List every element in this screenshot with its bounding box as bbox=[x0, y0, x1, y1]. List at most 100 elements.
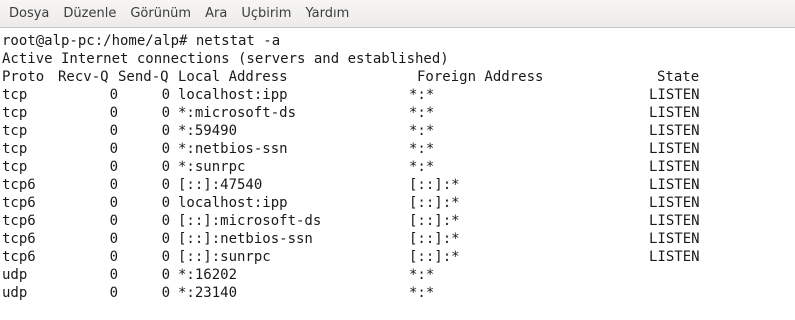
cell-proto: tcp6 bbox=[2, 177, 36, 193]
cell-proto: tcp6 bbox=[2, 195, 36, 211]
cell-state bbox=[649, 284, 769, 302]
cell-state: LISTEN bbox=[649, 87, 700, 103]
menu-yardim[interactable]: Yardım bbox=[298, 0, 356, 28]
cell-recv-q: 0 bbox=[109, 141, 118, 157]
cell-recv-q: 0 bbox=[109, 249, 118, 265]
cell-local-address: [::]:netbios-ssn bbox=[178, 231, 313, 247]
cell-foreign-address: *:* bbox=[409, 141, 435, 157]
cell-send-q: 0 bbox=[161, 87, 170, 103]
cell-state bbox=[649, 266, 769, 284]
cell-state: LISTEN bbox=[649, 177, 700, 193]
cell-foreign-address: *:* bbox=[409, 159, 435, 175]
cell-recv-q: 0 bbox=[109, 285, 118, 301]
cell-foreign-address: *:* bbox=[409, 105, 435, 121]
menu-ucbirim[interactable]: Uçbirim bbox=[234, 0, 298, 28]
cell-state: LISTEN bbox=[649, 195, 700, 211]
menu-gorunum[interactable]: Görünüm bbox=[123, 0, 198, 28]
menu-duzenle[interactable]: Düzenle bbox=[56, 0, 123, 28]
cell-proto: udp bbox=[2, 267, 28, 283]
table-row: tcp 0 0 localhost:ipp *:* LISTEN bbox=[2, 86, 795, 104]
cell-proto: tcp bbox=[2, 105, 28, 121]
cell-local-address: [::]:microsoft-ds bbox=[178, 213, 322, 229]
cell-proto: tcp bbox=[2, 159, 28, 175]
cell-state: LISTEN bbox=[649, 123, 700, 139]
cell-send-q: 0 bbox=[161, 105, 170, 121]
cell-local-address: *:microsoft-ds bbox=[178, 105, 297, 121]
cell-send-q: 0 bbox=[161, 285, 170, 301]
table-row: tcp 0 0 *:microsoft-ds *:* LISTEN bbox=[2, 104, 795, 122]
cell-send-q: 0 bbox=[161, 141, 170, 157]
header-local-address: Local Address bbox=[178, 69, 288, 85]
cell-proto: tcp bbox=[2, 123, 28, 139]
cell-state: LISTEN bbox=[649, 105, 700, 121]
cell-recv-q: 0 bbox=[109, 87, 118, 103]
cell-local-address: *:16202 bbox=[178, 267, 238, 283]
cell-local-address: *:netbios-ssn bbox=[178, 141, 288, 157]
cell-recv-q: 0 bbox=[109, 123, 118, 139]
cell-state: LISTEN bbox=[649, 213, 700, 229]
terminal-output[interactable]: root@alp-pc:/home/alp# netstat -a Active… bbox=[0, 28, 795, 320]
cell-proto: tcp6 bbox=[2, 213, 36, 229]
cell-foreign-address: *:* bbox=[409, 285, 435, 301]
menu-bar: Dosya Düzenle Görünüm Ara Uçbirim Yardım bbox=[0, 0, 795, 28]
cell-foreign-address: *:* bbox=[409, 267, 435, 283]
cell-proto: udp bbox=[2, 285, 28, 301]
cell-state: LISTEN bbox=[649, 249, 700, 265]
command-prompt-line: root@alp-pc:/home/alp# netstat -a bbox=[2, 33, 281, 49]
header-state: State bbox=[657, 69, 700, 85]
table-row: tcp6 0 0 [::]:netbios-ssn [::]:* LISTEN bbox=[2, 230, 795, 248]
cell-send-q: 0 bbox=[161, 249, 170, 265]
cell-local-address: localhost:ipp bbox=[178, 87, 288, 103]
cell-foreign-address: *:* bbox=[409, 87, 435, 103]
cell-send-q: 0 bbox=[161, 195, 170, 211]
header-proto: Proto bbox=[2, 69, 45, 85]
table-row: tcp 0 0 *:netbios-ssn *:* LISTEN bbox=[2, 140, 795, 158]
cell-recv-q: 0 bbox=[109, 195, 118, 211]
cell-send-q: 0 bbox=[161, 177, 170, 193]
cell-foreign-address: [::]:* bbox=[409, 177, 460, 193]
cell-state: LISTEN bbox=[649, 159, 700, 175]
cell-recv-q: 0 bbox=[109, 231, 118, 247]
cell-recv-q: 0 bbox=[109, 105, 118, 121]
cell-state: LISTEN bbox=[649, 141, 700, 157]
cell-foreign-address: [::]:* bbox=[409, 195, 460, 211]
table-header: Proto Recv-Q Send-Q Local Address Foreig… bbox=[2, 68, 795, 86]
cell-foreign-address: [::]:* bbox=[409, 213, 460, 229]
cell-proto: tcp bbox=[2, 141, 28, 157]
cell-local-address: *:23140 bbox=[178, 285, 238, 301]
cell-proto: tcp6 bbox=[2, 249, 36, 265]
cell-send-q: 0 bbox=[161, 213, 170, 229]
cell-foreign-address: [::]:* bbox=[409, 249, 460, 265]
cell-send-q: 0 bbox=[161, 267, 170, 283]
cell-local-address: *:59490 bbox=[178, 123, 238, 139]
table-row: tcp 0 0 *:59490 *:* LISTEN bbox=[2, 122, 795, 140]
menu-dosya[interactable]: Dosya bbox=[2, 0, 56, 28]
terminal-window: Dosya Düzenle Görünüm Ara Uçbirim Yardım… bbox=[0, 0, 795, 320]
header-foreign-address: Foreign Address bbox=[417, 69, 544, 85]
table-row: udp 0 0 *:16202 *:* bbox=[2, 266, 795, 284]
connection-list: tcp 0 0 localhost:ipp *:* LISTEN tcp 0 0 *:micros… bbox=[2, 86, 795, 302]
table-row: tcp6 0 0 [::]:sunrpc [::]:* LISTEN bbox=[2, 248, 795, 266]
cell-send-q: 0 bbox=[161, 159, 170, 175]
table-row: tcp6 0 0 [::]:microsoft-ds [::]:* LISTEN bbox=[2, 212, 795, 230]
cell-local-address: *:sunrpc bbox=[178, 159, 246, 175]
cell-send-q: 0 bbox=[161, 123, 170, 139]
cell-recv-q: 0 bbox=[109, 267, 118, 283]
cell-local-address: localhost:ipp bbox=[178, 195, 288, 211]
header-send-q: Send-Q bbox=[118, 69, 169, 85]
table-row: tcp6 0 0 [::]:47540 [::]:* LISTEN bbox=[2, 176, 795, 194]
menu-ara[interactable]: Ara bbox=[198, 0, 234, 28]
cell-proto: tcp bbox=[2, 87, 28, 103]
header-recv-q: Recv-Q bbox=[58, 69, 109, 85]
cell-recv-q: 0 bbox=[109, 213, 118, 229]
cell-state: LISTEN bbox=[649, 231, 700, 247]
table-row: tcp 0 0 *:sunrpc *:* LISTEN bbox=[2, 158, 795, 176]
cell-local-address: [::]:47540 bbox=[178, 177, 263, 193]
output-title-line: Active Internet connections (servers and… bbox=[2, 51, 449, 67]
table-row: udp 0 0 *:23140 *:* bbox=[2, 284, 795, 302]
cell-send-q: 0 bbox=[161, 231, 170, 247]
cell-foreign-address: [::]:* bbox=[409, 231, 460, 247]
cell-recv-q: 0 bbox=[109, 159, 118, 175]
cell-proto: tcp6 bbox=[2, 231, 36, 247]
cell-local-address: [::]:sunrpc bbox=[178, 249, 271, 265]
